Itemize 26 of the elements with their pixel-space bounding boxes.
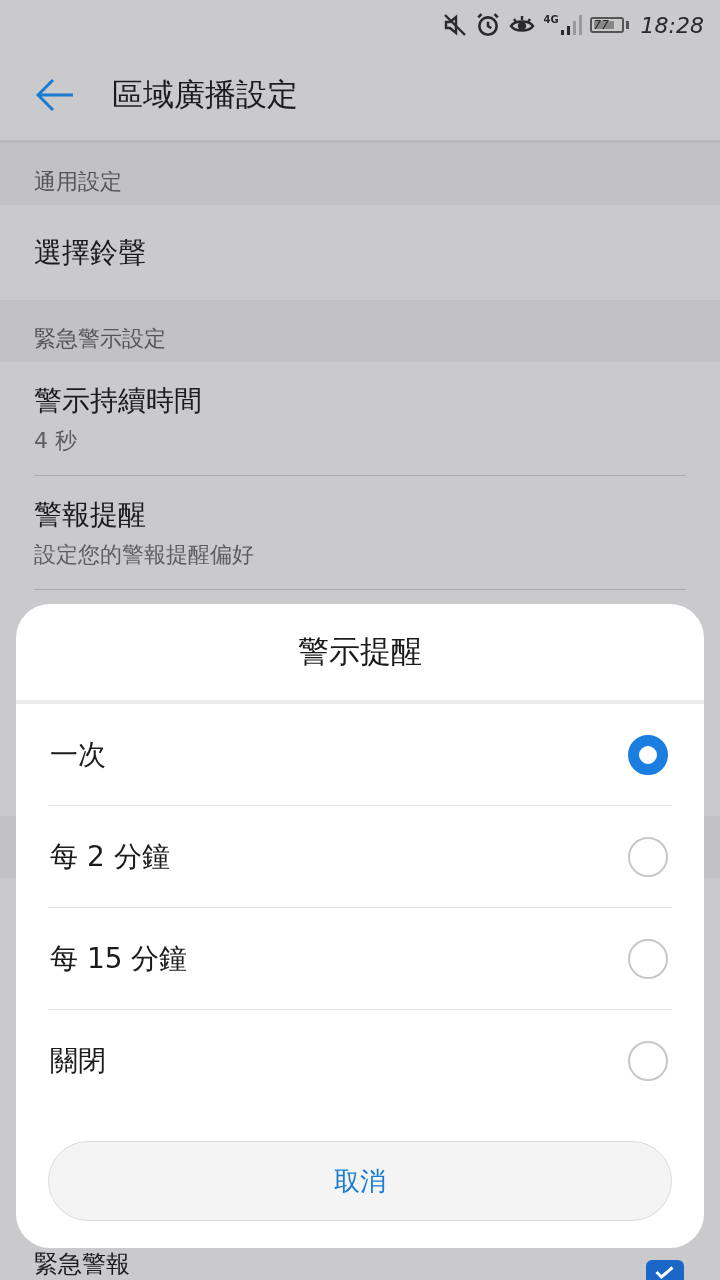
check-icon (655, 1266, 675, 1279)
section-header: 緊急警示設定 (0, 300, 720, 362)
setting-title[interactable]: 選擇鈴聲 (34, 233, 686, 272)
setting-title[interactable]: 緊急警報 (34, 1252, 130, 1276)
signal-icon (559, 14, 582, 36)
option-label[interactable]: 關閉 (50, 1041, 106, 1080)
setting-subtitle: 設定您的警報提醒偏好 (34, 540, 255, 569)
radio-button[interactable] (628, 734, 668, 775)
option-label[interactable]: 每 15 分鐘 (50, 939, 188, 978)
alarm-icon (475, 12, 502, 38)
setting-title[interactable]: 警報提醒 (34, 495, 686, 534)
back-arrow-icon[interactable] (36, 79, 74, 111)
radio-button[interactable] (628, 836, 668, 877)
cancel-button[interactable]: 取消 (48, 1141, 672, 1221)
mute-icon (443, 13, 468, 37)
setting-title[interactable]: 警示持續時間 (34, 381, 686, 420)
option-label[interactable]: 一次 (50, 735, 106, 774)
section-header: 通用設定 (0, 143, 720, 205)
dialog-title: 警示提醒 (16, 604, 704, 704)
option-label[interactable]: 每 2 分鐘 (50, 837, 170, 876)
radio-button[interactable] (628, 1040, 668, 1081)
page-title: 區域廣播設定 (112, 75, 298, 114)
network-type: 4G (543, 14, 559, 25)
clock-time: 18:28 (640, 12, 704, 38)
radio-button[interactable] (628, 938, 668, 979)
setting-subtitle: 4 秒 (34, 426, 78, 455)
